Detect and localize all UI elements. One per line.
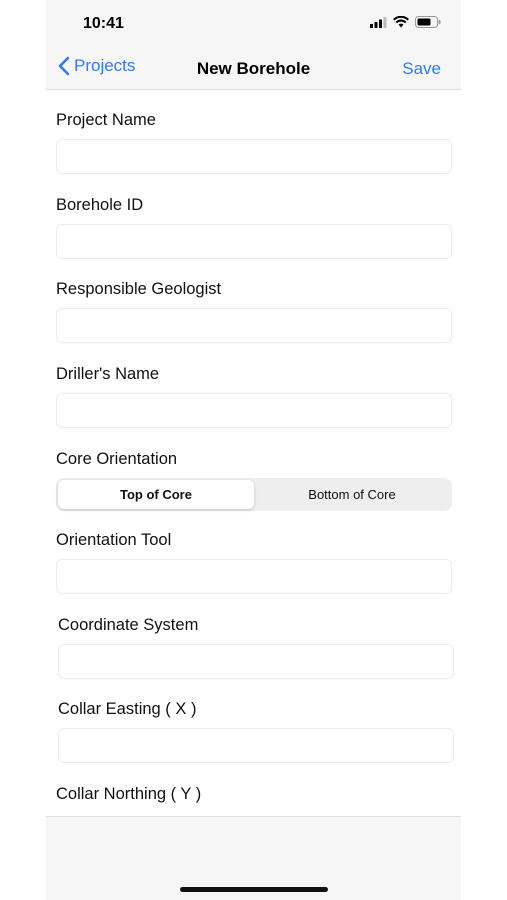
save-button[interactable]: Save [402,59,441,79]
battery-icon [415,16,441,28]
orientation-tool-input[interactable] [56,559,452,594]
coordinate-system-label: Coordinate System [58,616,199,634]
status-icons [370,16,441,28]
collar-easting-label: Collar Easting ( X ) [58,700,197,718]
coordinate-system-input[interactable] [58,644,454,679]
home-indicator[interactable] [180,887,328,892]
keyboard-accessory-area [46,816,461,900]
responsible-geologist-label: Responsible Geologist [56,280,222,298]
collar-easting-input[interactable] [58,728,454,763]
collar-northing-label: Collar Northing ( Y ) [56,785,202,803]
responsible-geologist-input[interactable] [56,308,452,343]
core-orientation-label: Core Orientation [56,450,178,468]
status-bar: 10:41 [46,0,461,46]
project-name-label: Project Name [56,111,156,129]
segment-bottom-of-core[interactable]: Bottom of Core [254,480,450,509]
orientation-tool-label: Orientation Tool [56,531,172,549]
drillers-name-input[interactable] [56,393,452,428]
wifi-icon [393,16,409,28]
page-title: New Borehole [196,59,311,78]
segment-top-of-core[interactable]: Top of Core [58,480,254,509]
project-name-input[interactable] [56,139,452,174]
navigation-bar: Projects New Borehole Save [46,46,461,90]
phone-screen: 10:41 Projects New Borehole Save Project… [46,0,461,900]
borehole-id-label: Borehole ID [56,196,144,214]
status-time: 10:41 [83,15,124,32]
core-orientation-segmented-control: Top of Core Bottom of Core [56,478,452,511]
cellular-signal-icon [370,16,387,28]
drillers-name-label: Driller's Name [56,365,160,383]
borehole-id-input[interactable] [56,224,452,259]
